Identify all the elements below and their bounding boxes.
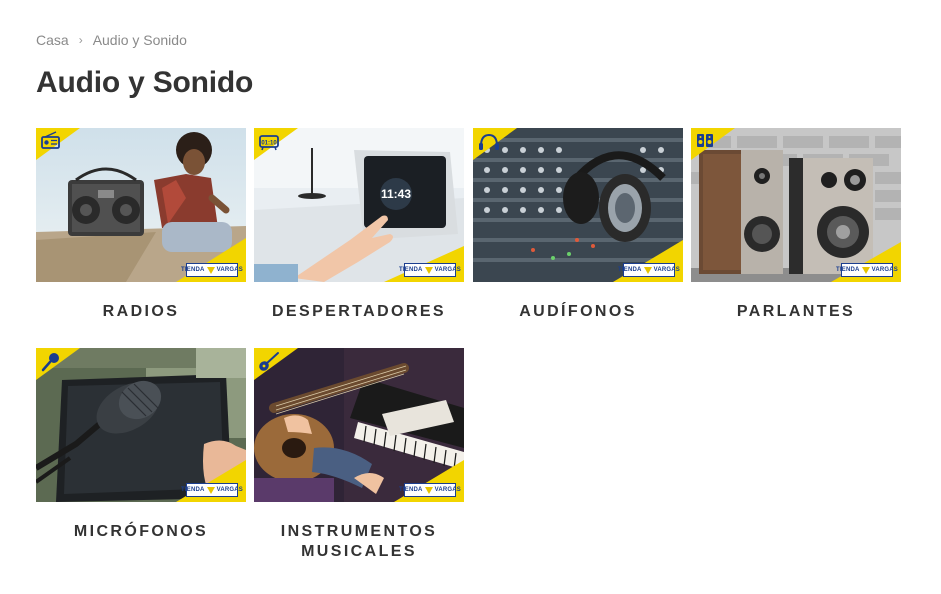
category-label[interactable]: DESPERTADORES bbox=[254, 302, 464, 322]
brand-logo-right: VARGAS bbox=[434, 267, 461, 273]
breadcrumb-home-link[interactable]: Casa bbox=[36, 32, 69, 48]
brand-logo-right: VARGAS bbox=[216, 267, 243, 273]
radio-icon bbox=[36, 128, 80, 160]
brand-logo-mark bbox=[424, 266, 433, 274]
category-label[interactable]: INSTRUMENTOS MUSICALES bbox=[254, 522, 464, 562]
category-image-audifonos[interactable]: TIENDA VARGAS bbox=[473, 128, 683, 282]
brand-logo-mark bbox=[206, 486, 215, 494]
brand-logo: TIENDA VARGAS bbox=[836, 263, 898, 277]
brand-logo-right: VARGAS bbox=[871, 267, 898, 273]
alarm-screen-time: 11:43 bbox=[381, 187, 411, 201]
category-label[interactable]: RADIOS bbox=[36, 302, 246, 322]
category-card-despertadores[interactable]: 11:43 01:10 TIENDA VARGAS DESPERTADORES bbox=[254, 128, 464, 322]
brand-logo-mark bbox=[643, 266, 652, 274]
brand-logo-left: TIENDA bbox=[181, 487, 205, 493]
category-image-microfonos[interactable]: TIENDA VARGAS bbox=[36, 348, 246, 502]
brand-logo-mark bbox=[206, 266, 215, 274]
brand-logo-right: VARGAS bbox=[216, 487, 243, 493]
category-label[interactable]: PARLANTES bbox=[691, 302, 901, 322]
brand-logo-left: TIENDA bbox=[399, 487, 423, 493]
brand-logo-right: VARGAS bbox=[653, 267, 680, 273]
alarm-clock-icon: 01:10 bbox=[254, 128, 298, 160]
brand-logo: TIENDA VARGAS bbox=[618, 263, 680, 277]
brand-logo: TIENDA VARGAS bbox=[399, 483, 461, 497]
category-card-microfonos[interactable]: TIENDA VARGAS MICRÓFONOS bbox=[36, 348, 246, 542]
brand-logo: TIENDA VARGAS bbox=[181, 483, 243, 497]
page-title: Audio y Sonido bbox=[36, 66, 254, 99]
brand-logo: TIENDA VARGAS bbox=[399, 263, 461, 277]
breadcrumb: Casa › Audio y Sonido bbox=[36, 32, 187, 48]
microphone-icon bbox=[36, 348, 80, 380]
breadcrumb-separator: › bbox=[78, 33, 83, 47]
breadcrumb-current: Audio y Sonido bbox=[92, 32, 187, 48]
headphones-icon bbox=[473, 128, 517, 160]
category-card-radios[interactable]: TIENDA VARGAS RADIOS bbox=[36, 128, 246, 322]
category-image-parlantes[interactable]: TIENDA VARGAS bbox=[691, 128, 901, 282]
guitar-icon bbox=[254, 348, 298, 380]
category-label[interactable]: AUDÍFONOS bbox=[473, 302, 683, 322]
brand-logo: TIENDA VARGAS bbox=[181, 263, 243, 277]
brand-logo-left: TIENDA bbox=[399, 267, 423, 273]
brand-logo-mark bbox=[861, 266, 870, 274]
brand-logo-left: TIENDA bbox=[836, 267, 860, 273]
brand-logo-left: TIENDA bbox=[618, 267, 642, 273]
svg-text:01:10: 01:10 bbox=[261, 141, 277, 147]
speakers-icon bbox=[691, 128, 735, 160]
category-image-instrumentos-musicales[interactable]: TIENDA VARGAS bbox=[254, 348, 464, 502]
category-card-parlantes[interactable]: TIENDA VARGAS PARLANTES bbox=[691, 128, 901, 322]
category-card-audifonos[interactable]: TIENDA VARGAS AUDÍFONOS bbox=[473, 128, 683, 322]
category-image-radios[interactable]: TIENDA VARGAS bbox=[36, 128, 246, 282]
brand-logo-left: TIENDA bbox=[181, 267, 205, 273]
brand-logo-right: VARGAS bbox=[434, 487, 461, 493]
category-card-instrumentos-musicales[interactable]: TIENDA VARGAS INSTRUMENTOS MUSICALES bbox=[254, 348, 464, 562]
brand-logo-mark bbox=[424, 486, 433, 494]
category-image-despertadores[interactable]: 11:43 01:10 TIENDA VARGAS bbox=[254, 128, 464, 282]
category-label[interactable]: MICRÓFONOS bbox=[36, 522, 246, 542]
